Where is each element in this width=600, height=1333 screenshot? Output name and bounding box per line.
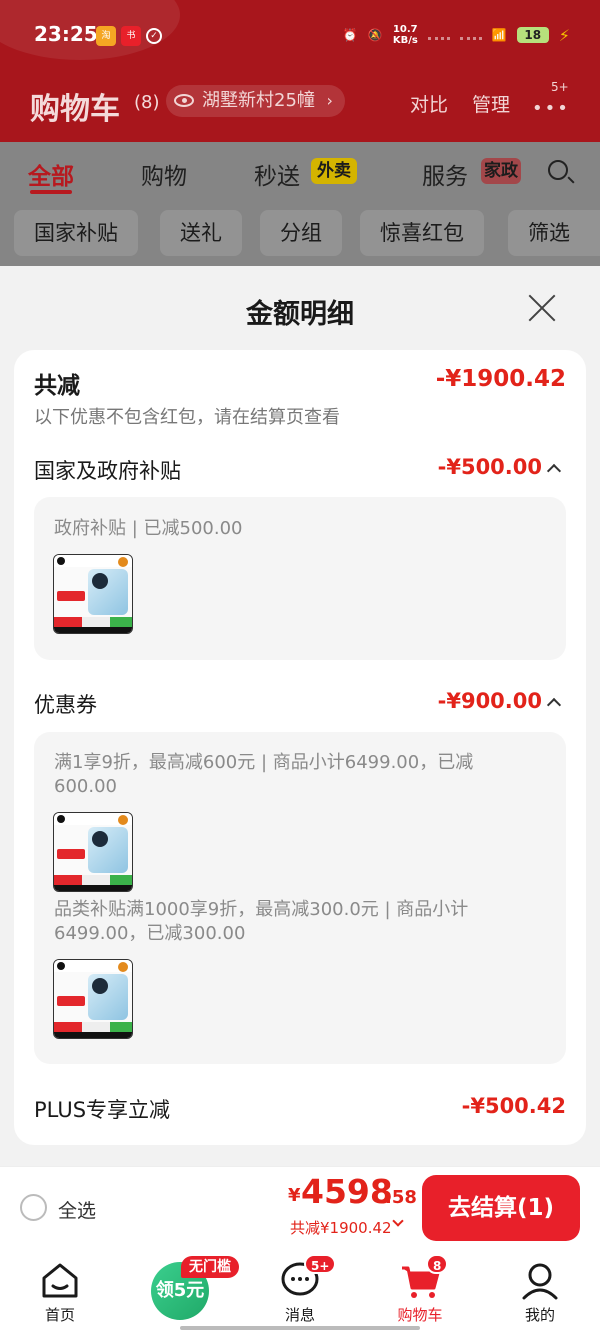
charging-icon: ⚡ <box>558 25 570 45</box>
plus-discount-amount: -¥500.42 <box>461 1094 566 1118</box>
nav-home-label: 首页 <box>44 1306 75 1324</box>
tab-underline <box>30 190 72 194</box>
battery-icon: 18 <box>516 27 549 43</box>
coupon-amount: -¥900.00 <box>437 689 542 713</box>
nav-messages[interactable]: 消息 5+ <box>260 1254 340 1328</box>
status-bar: 23:25 淘 书 ✓ ⏰ 🔕 10.7 KB/s 📶 18 ⚡ <box>0 0 600 70</box>
discount-note: 以下优惠不包含红包，请在结算页查看 <box>34 407 340 428</box>
page-title: 购物车 <box>30 92 120 127</box>
compare-button[interactable]: 对比 <box>410 90 448 117</box>
alarm-icon: ⏰ <box>342 28 358 42</box>
select-all-radio[interactable] <box>20 1194 47 1221</box>
cart-icon <box>402 1266 440 1298</box>
chip-national-subsidy[interactable]: 国家补贴 <box>14 210 138 256</box>
nav-mine[interactable]: 我的 <box>500 1258 580 1328</box>
chip-gift[interactable]: 送礼 <box>160 210 242 256</box>
signal-1-icon <box>427 30 450 40</box>
address-selector[interactable]: 湖墅新村25幢 › <box>166 85 345 117</box>
tab-service-tag: 家政 <box>481 158 521 184</box>
home-indicator[interactable] <box>180 1326 420 1330</box>
home-icon <box>42 1263 78 1298</box>
cart-count: (8) <box>134 92 160 113</box>
chip-filter[interactable]: 筛选 <box>508 210 600 256</box>
tab-all[interactable]: 全部 <box>28 157 74 191</box>
signal-2-icon <box>459 30 482 40</box>
more-badge: 5+ <box>551 80 569 94</box>
status-time: 23:25 <box>34 22 98 46</box>
coupon-detail-1: 满1享9折，最高减600元 | 商品小计6499.00，已减600.00 <box>54 752 474 797</box>
nav-messages-label: 消息 <box>284 1306 315 1324</box>
product-thumbnail[interactable] <box>53 554 133 634</box>
chevron-right-icon: › <box>326 91 333 110</box>
chip-group[interactable]: 分组 <box>260 210 342 256</box>
more-icon[interactable]: ••• <box>532 98 570 119</box>
tab-instant[interactable]: 秒送 <box>254 157 300 191</box>
coupon-tag: 无门槛 <box>181 1256 239 1278</box>
total-savings-toggle[interactable]: 共减¥1900.42 <box>290 1217 392 1238</box>
plus-discount-label: PLUS专享立减 <box>34 1098 171 1122</box>
address-text: 湖墅新村25幢 <box>202 90 315 111</box>
tab-service[interactable]: 服务 <box>422 157 468 191</box>
tab-shopping[interactable]: 购物 <box>141 157 187 191</box>
user-icon <box>522 1263 558 1300</box>
messages-badge: 5+ <box>304 1254 337 1274</box>
check-app-icon: ✓ <box>146 28 162 44</box>
mute-icon: 🔕 <box>367 28 383 42</box>
nav-home[interactable]: 首页 <box>20 1258 100 1328</box>
sheet-title: 金额明细 <box>246 299 354 330</box>
search-icon[interactable] <box>548 160 568 180</box>
taobao-app-icon: 淘 <box>96 26 116 46</box>
gov-subsidy-label: 国家及政府补贴 <box>34 459 181 483</box>
eye-icon <box>174 94 194 107</box>
product-thumbnail[interactable] <box>53 959 133 1039</box>
wifi-icon: 📶 <box>491 28 507 42</box>
tab-instant-tag: 外卖 <box>311 158 357 184</box>
nav-cart[interactable]: 购物车 8 <box>380 1254 460 1328</box>
manage-button[interactable]: 管理 <box>472 90 510 117</box>
cart-badge: 8 <box>426 1254 449 1274</box>
chip-red-packet[interactable]: 惊喜红包 <box>360 210 484 256</box>
coupon-label: 优惠券 <box>34 693 97 717</box>
total-price-decimal: .58 <box>385 1187 417 1208</box>
close-icon[interactable] <box>526 292 558 324</box>
product-thumbnail[interactable] <box>53 812 133 892</box>
total-currency: ¥ <box>288 1185 301 1206</box>
total-price-integer: 4598 <box>301 1172 393 1211</box>
gov-subsidy-amount: -¥500.00 <box>437 455 542 479</box>
select-all-label[interactable]: 全选 <box>58 1196 96 1223</box>
total-reduction-label: 共减 <box>34 373 80 399</box>
gov-subsidy-detail: 政府补贴 | 已减500.00 <box>54 518 243 539</box>
nav-mine-label: 我的 <box>524 1306 555 1324</box>
nav-cart-label: 购物车 <box>397 1306 443 1324</box>
checkout-button[interactable]: 去结算(1) <box>422 1175 580 1241</box>
net-speed: 10.7 KB/s <box>392 24 418 46</box>
total-reduction-amount: -¥1900.42 <box>435 366 566 392</box>
xiaohongshu-app-icon: 书 <box>121 26 141 46</box>
coupon-detail-2: 品类补贴满1000享9折，最高减300.0元 | 商品小计6499.00，已减3… <box>54 899 469 944</box>
